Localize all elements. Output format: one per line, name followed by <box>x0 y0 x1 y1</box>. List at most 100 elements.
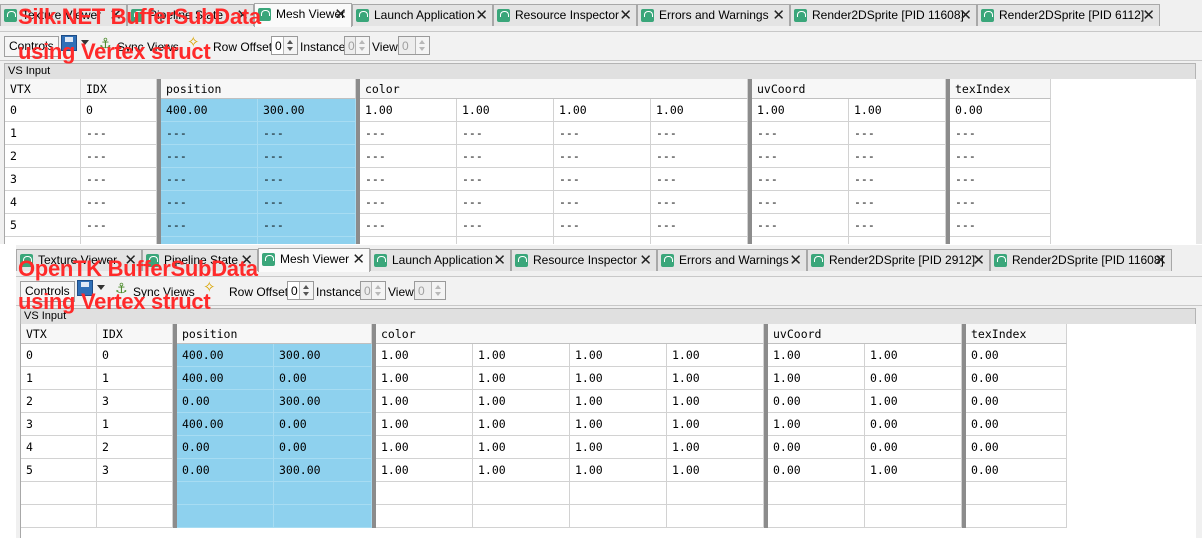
table-cell[interactable]: 1.00 <box>667 459 764 482</box>
column-header-position[interactable]: position <box>177 324 372 344</box>
table-cell[interactable]: --- <box>258 122 356 145</box>
table-cell[interactable]: --- <box>81 145 157 168</box>
table-cell[interactable]: 0.00 <box>966 459 1067 482</box>
column-header-idx[interactable]: IDX <box>97 324 173 344</box>
row-offset-spinner[interactable]: 0 <box>287 281 314 300</box>
table-cell[interactable]: 0.00 <box>865 436 962 459</box>
table-cell[interactable]: 1.00 <box>865 344 962 367</box>
table-cell[interactable]: 0.00 <box>950 99 1051 122</box>
table-cell[interactable]: 1.00 <box>667 413 764 436</box>
table-cell[interactable]: 1 <box>97 413 173 436</box>
table-cell[interactable]: --- <box>457 145 554 168</box>
table-cell[interactable] <box>376 505 473 528</box>
table-cell[interactable] <box>473 505 570 528</box>
close-icon[interactable]: ✕ <box>619 5 632 26</box>
column-header-idx[interactable]: IDX <box>81 79 157 99</box>
column-header-color[interactable]: color <box>376 324 764 344</box>
view-spinner[interactable]: 0 <box>398 36 430 55</box>
table-cell[interactable] <box>865 505 962 528</box>
close-icon[interactable]: ✕ <box>789 250 802 271</box>
vs-input-grid[interactable]: VTX IDX position color uvCoord texIndex 0 0 400.… <box>4 79 1196 244</box>
table-cell[interactable]: 0.00 <box>274 413 372 436</box>
table-cell[interactable]: 1.00 <box>376 390 473 413</box>
table-cell[interactable]: --- <box>554 214 651 237</box>
table-cell[interactable] <box>570 482 667 505</box>
table-cell[interactable] <box>966 482 1067 505</box>
table-cell[interactable]: --- <box>849 237 946 244</box>
table-cell[interactable]: 300.00 <box>274 459 372 482</box>
column-header-texindex[interactable]: texIndex <box>966 324 1067 344</box>
table-cell[interactable]: 1.00 <box>865 390 962 413</box>
table-cell[interactable] <box>966 505 1067 528</box>
table-cell[interactable]: 1 <box>5 122 81 145</box>
table-cell[interactable] <box>177 482 274 505</box>
table-cell[interactable] <box>570 505 667 528</box>
table-cell[interactable]: --- <box>651 168 748 191</box>
table-cell[interactable]: 0.00 <box>768 459 865 482</box>
stepper-arrows-icon[interactable] <box>299 282 313 299</box>
table-cell[interactable]: --- <box>457 191 554 214</box>
table-cell[interactable]: 1.00 <box>752 99 849 122</box>
table-cell[interactable]: 0.00 <box>177 459 274 482</box>
table-cell[interactable] <box>667 505 764 528</box>
table-cell[interactable]: --- <box>81 191 157 214</box>
table-cell[interactable] <box>768 505 865 528</box>
stepper-arrows-icon[interactable] <box>415 37 429 54</box>
table-cell[interactable]: --- <box>752 237 849 244</box>
tab-mesh-viewer[interactable]: Mesh Viewer ✕ <box>258 248 370 272</box>
table-cell[interactable]: --- <box>554 145 651 168</box>
table-cell[interactable]: --- <box>161 237 258 244</box>
table-cell[interactable]: 1.00 <box>667 344 764 367</box>
table-cell[interactable]: 1.00 <box>376 436 473 459</box>
table-cell[interactable]: --- <box>457 237 554 244</box>
table-cell[interactable]: 0.00 <box>966 413 1067 436</box>
tab-launch-application[interactable]: Launch Application ✕ <box>370 249 511 271</box>
table-cell[interactable]: 1.00 <box>865 459 962 482</box>
table-cell[interactable]: --- <box>258 237 356 244</box>
table-cell[interactable] <box>21 505 97 528</box>
table-cell[interactable]: --- <box>258 145 356 168</box>
table-cell[interactable]: --- <box>457 168 554 191</box>
table-cell[interactable]: 1.00 <box>376 344 473 367</box>
table-cell[interactable]: 2 <box>21 390 97 413</box>
table-cell[interactable]: 400.00 <box>177 413 274 436</box>
tab-errors-and-warnings[interactable]: Errors and Warnings ✕ <box>637 4 790 26</box>
table-cell[interactable]: 1.00 <box>457 99 554 122</box>
tab-resource-inspector[interactable]: Resource Inspector ✕ <box>511 249 657 271</box>
table-cell[interactable]: --- <box>950 145 1051 168</box>
table-cell[interactable]: 0.00 <box>966 436 1067 459</box>
table-cell[interactable]: --- <box>849 168 946 191</box>
table-cell[interactable]: 1.00 <box>570 390 667 413</box>
table-cell[interactable]: 5 <box>21 459 97 482</box>
close-icon[interactable]: ✕ <box>772 5 785 26</box>
table-cell[interactable]: 4 <box>5 191 81 214</box>
table-cell[interactable]: --- <box>752 122 849 145</box>
table-cell[interactable]: 1.00 <box>768 413 865 436</box>
stepper-arrows-icon[interactable] <box>355 37 369 54</box>
tab-render2dsprite-pid-6112[interactable]: Render2DSprite [PID 6112] ✕ <box>977 4 1160 26</box>
table-cell[interactable]: --- <box>752 168 849 191</box>
table-cell[interactable] <box>177 505 274 528</box>
table-cell[interactable]: --- <box>554 122 651 145</box>
table-cell[interactable]: --- <box>752 145 849 168</box>
table-cell[interactable]: --- <box>651 191 748 214</box>
table-cell[interactable]: --- <box>950 122 1051 145</box>
table-cell[interactable]: --- <box>258 214 356 237</box>
table-cell[interactable]: 0 <box>97 344 173 367</box>
table-cell[interactable]: --- <box>950 191 1051 214</box>
table-cell[interactable]: 1.00 <box>473 390 570 413</box>
table-cell[interactable]: 1.00 <box>570 413 667 436</box>
table-cell[interactable]: --- <box>360 145 457 168</box>
stepper-arrows-icon[interactable] <box>431 282 445 299</box>
table-cell[interactable] <box>473 482 570 505</box>
table-cell[interactable]: --- <box>752 191 849 214</box>
table-cell[interactable]: 1.00 <box>768 367 865 390</box>
table-cell[interactable]: --- <box>457 214 554 237</box>
table-cell[interactable]: --- <box>81 122 157 145</box>
table-cell[interactable]: 0.00 <box>966 344 1067 367</box>
table-cell[interactable]: --- <box>950 237 1051 244</box>
table-cell[interactable]: 1.00 <box>651 99 748 122</box>
table-cell[interactable]: 0.00 <box>177 436 274 459</box>
tab-errors-and-warnings[interactable]: Errors and Warnings ✕ <box>657 249 807 271</box>
table-cell[interactable] <box>21 482 97 505</box>
